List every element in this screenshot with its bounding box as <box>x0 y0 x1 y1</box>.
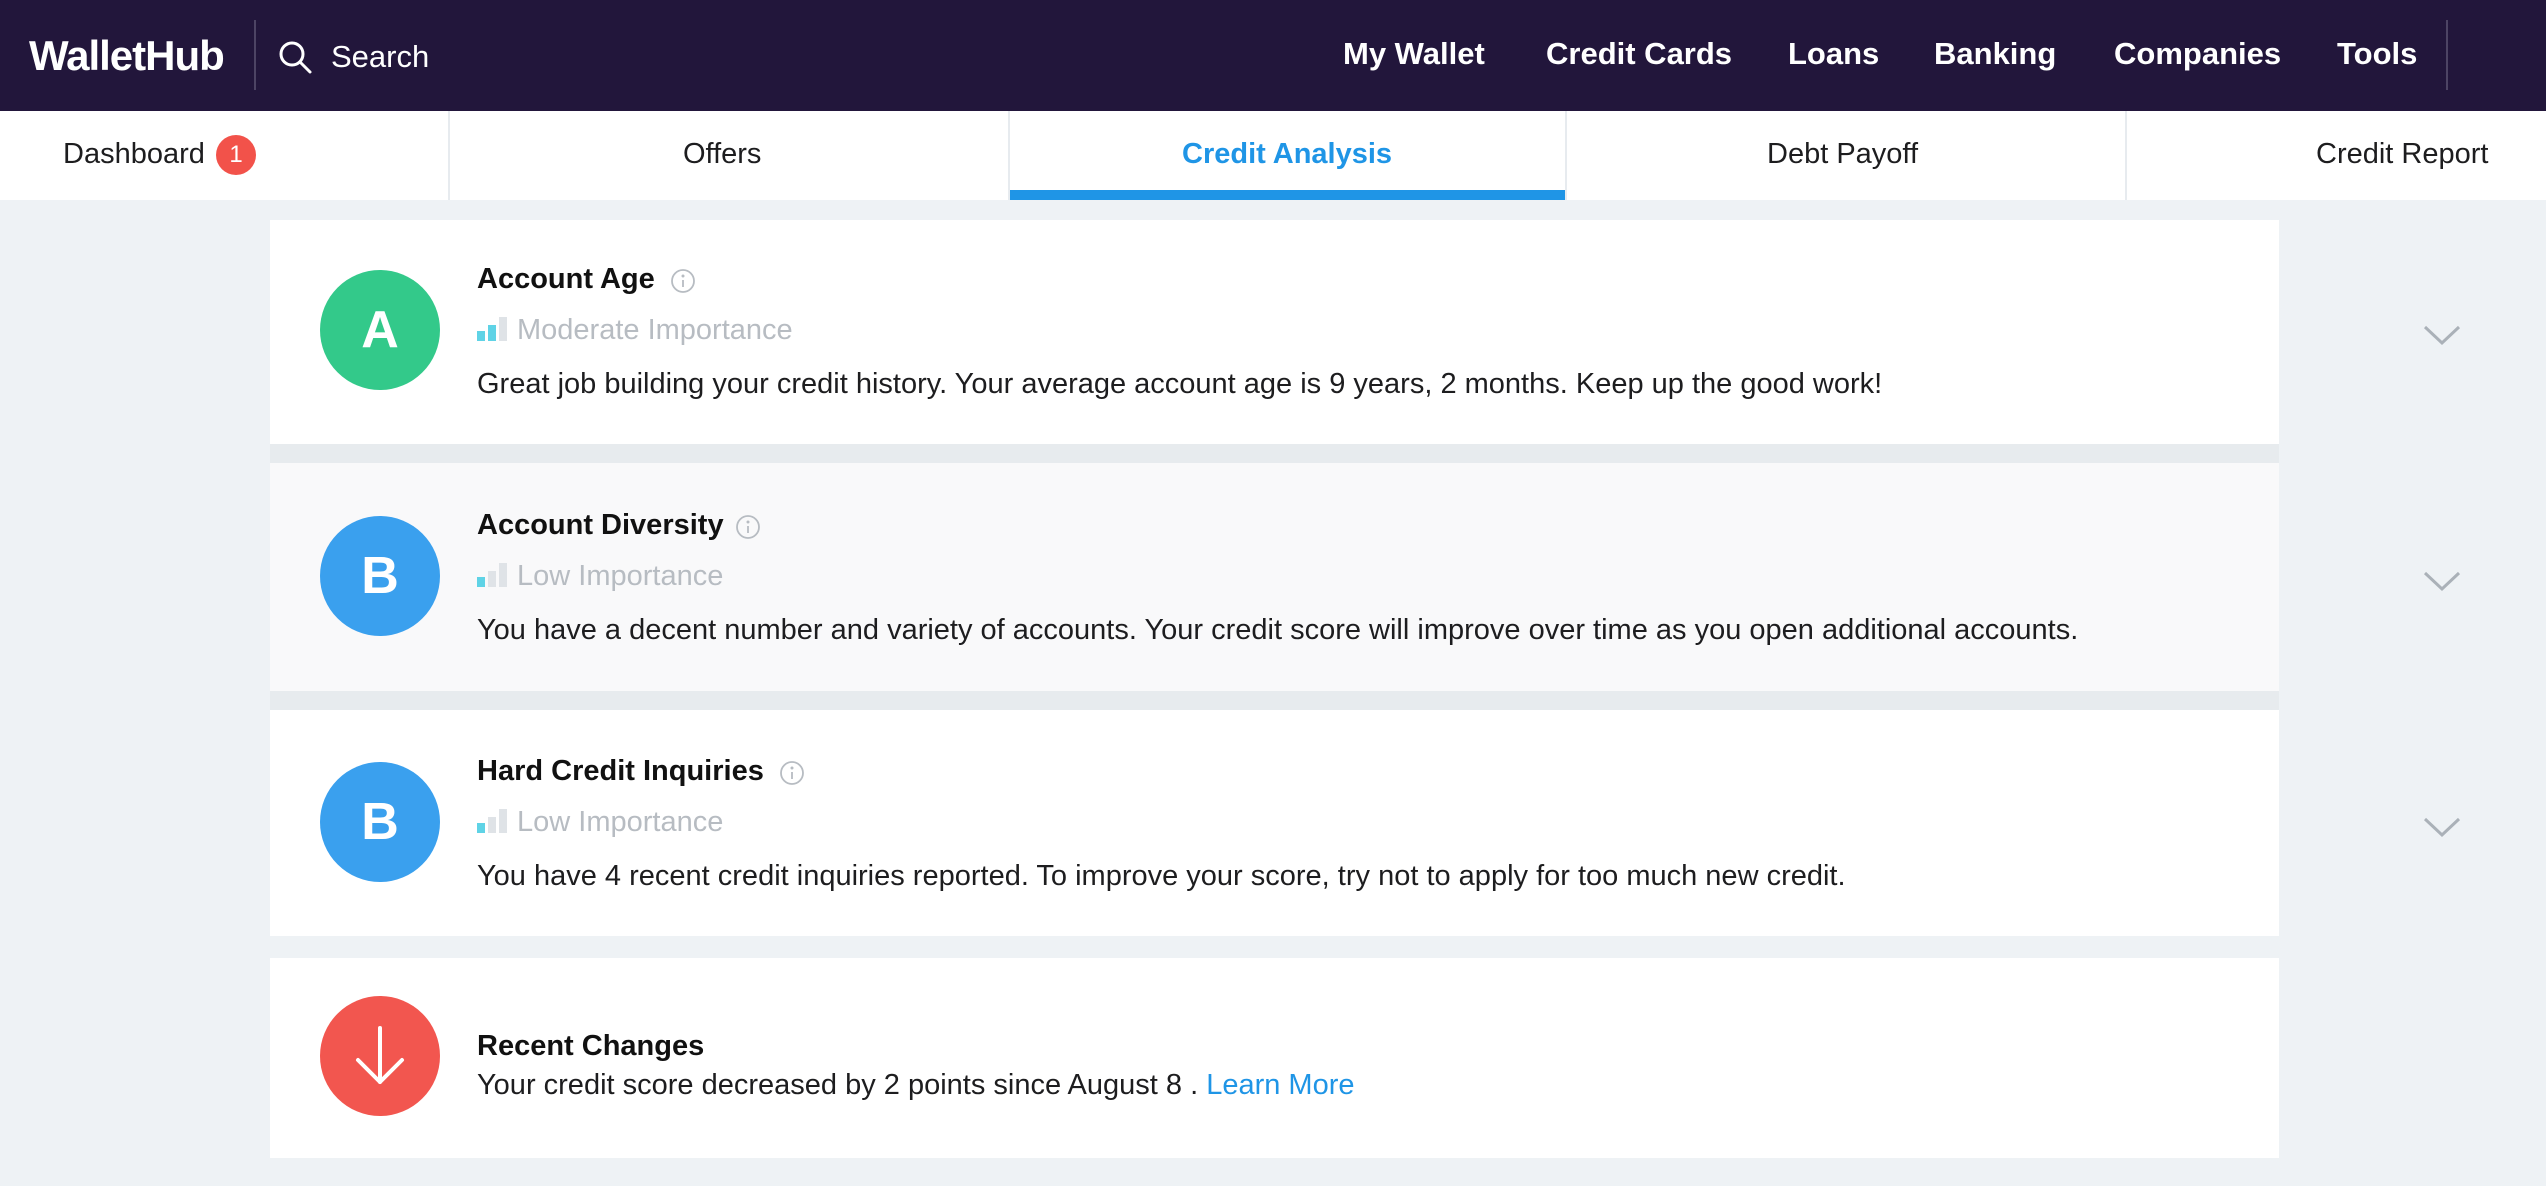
info-icon[interactable] <box>670 268 696 294</box>
chevron-down-icon[interactable] <box>2422 815 2462 839</box>
chevron-down-icon[interactable] <box>2422 569 2462 593</box>
importance-bars-icon <box>477 563 507 587</box>
factor-title: Account Age <box>477 263 655 295</box>
factor-description: You have a decent number and variety of … <box>477 614 2079 646</box>
info-icon[interactable] <box>779 760 805 786</box>
factor-title: Hard Credit Inquiries <box>477 755 764 787</box>
nav-divider <box>254 20 256 90</box>
notification-badge: 1 <box>216 135 256 175</box>
factor-card-account-age[interactable]: A Account Age Moderate Importance Great … <box>270 220 2461 444</box>
tab-label: Offers <box>683 138 762 170</box>
nav-companies[interactable]: Companies <box>2114 33 2281 75</box>
tab-dashboard[interactable]: Dashboard 1 <box>0 111 450 200</box>
importance-label: Low Importance <box>517 560 724 592</box>
tab-debt-payoff[interactable]: Debt Payoff <box>1567 111 2127 200</box>
recent-changes-text: Your credit score decreased by 2 points … <box>477 1069 1199 1101</box>
chevron-down-icon[interactable] <box>2422 323 2462 347</box>
importance-label: Moderate Importance <box>517 314 793 346</box>
card-separator <box>270 691 2279 710</box>
tab-bar: Dashboard 1 Offers Credit Analysis Debt … <box>0 111 2546 200</box>
card-separator <box>270 444 2279 463</box>
tab-label: Dashboard <box>63 138 205 170</box>
tab-label: Debt Payoff <box>1767 138 1919 170</box>
search-icon[interactable] <box>276 38 314 76</box>
factor-card-account-diversity[interactable]: B Account Diversity Low Importance You h… <box>270 463 2461 691</box>
importance-bars-icon <box>477 809 507 833</box>
tab-credit-report[interactable]: Credit Report <box>2127 111 2546 200</box>
factor-title: Account Diversity <box>477 509 724 541</box>
nav-divider <box>2446 20 2448 90</box>
importance-label: Low Importance <box>517 806 724 838</box>
arrow-down-icon <box>320 996 440 1116</box>
importance-bars-icon <box>477 317 507 341</box>
factor-description: Great job building your credit history. … <box>477 368 1883 400</box>
tab-credit-analysis[interactable]: Credit Analysis <box>1010 111 1567 200</box>
top-nav-bar: WalletHub Search My Wallet Credit Cards … <box>0 0 2546 111</box>
nav-loans[interactable]: Loans <box>1788 33 1879 75</box>
recent-changes-description: Your credit score decreased by 2 points … <box>477 1066 1355 1104</box>
nav-my-wallet[interactable]: My Wallet <box>1343 33 1485 75</box>
search-input[interactable]: Search <box>331 37 429 77</box>
factor-description: You have 4 recent credit inquiries repor… <box>477 860 1846 892</box>
info-icon[interactable] <box>735 514 761 540</box>
tab-label: Credit Analysis <box>1182 138 1393 170</box>
tab-offers[interactable]: Offers <box>450 111 1010 200</box>
nav-credit-cards[interactable]: Credit Cards <box>1546 33 1732 75</box>
grade-circle: B <box>320 762 440 882</box>
tab-label: Credit Report <box>2316 138 2489 170</box>
factor-card-hard-credit-inquiries[interactable]: B Hard Credit Inquiries Low Importance Y… <box>270 710 2461 936</box>
nav-banking[interactable]: Banking <box>1934 33 2056 75</box>
recent-changes-title: Recent Changes <box>477 1030 705 1062</box>
nav-tools[interactable]: Tools <box>2337 33 2417 75</box>
recent-changes-card: Recent Changes Your credit score decreas… <box>270 958 2279 1158</box>
wallethub-logo[interactable]: WalletHub <box>29 32 225 80</box>
grade-circle: B <box>320 516 440 636</box>
grade-circle: A <box>320 270 440 390</box>
learn-more-link[interactable]: Learn More <box>1206 1069 1354 1101</box>
